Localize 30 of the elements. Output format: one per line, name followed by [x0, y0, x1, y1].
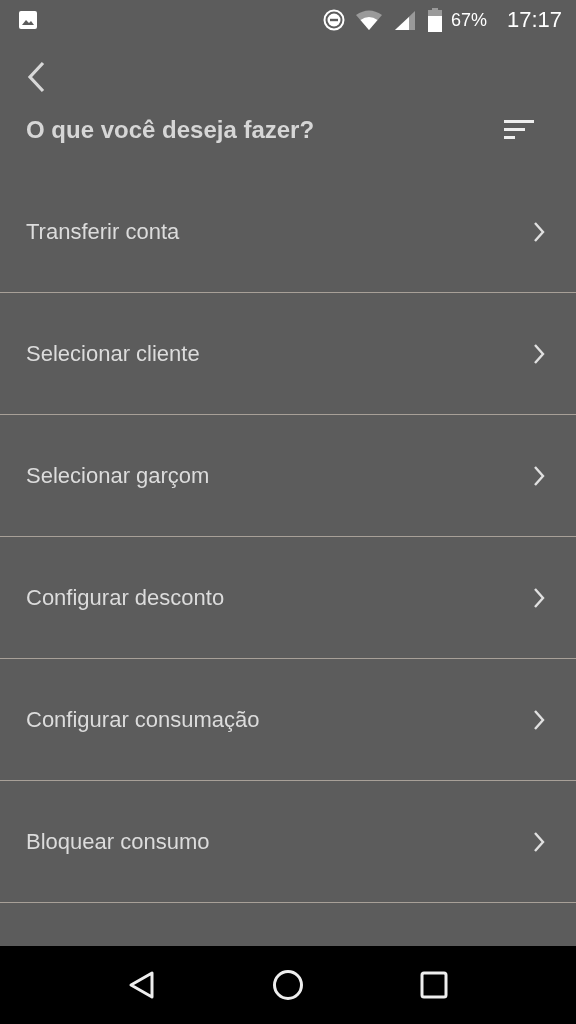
menu-item[interactable]: Selecionar cliente: [0, 293, 576, 415]
page-title: O que você deseja fazer?: [26, 116, 315, 144]
menu-item[interactable]: Configurar consumação: [0, 659, 576, 781]
chevron-right-icon: [532, 708, 546, 731]
menu-item-label: Configurar desconto: [26, 584, 225, 611]
back-button[interactable]: [26, 60, 46, 94]
menu-item[interactable]: Configurar desconto: [0, 537, 576, 659]
menu-item-label: Transferir conta: [26, 218, 180, 245]
chevron-right-icon: [532, 220, 546, 243]
menu-item[interactable]: Selecionar garçom: [0, 415, 576, 537]
chevron-right-icon: [532, 342, 546, 365]
image-icon: [18, 10, 38, 30]
recents-nav-icon[interactable]: [420, 971, 448, 999]
chevron-right-icon: [532, 586, 546, 609]
chevron-right-icon: [532, 830, 546, 853]
clock: 17:17: [506, 7, 562, 33]
chevron-right-icon: [532, 464, 546, 487]
home-nav-icon[interactable]: [272, 969, 304, 1001]
menu-item-label: Configurar consumação: [26, 706, 260, 733]
battery-percent: 67%: [450, 9, 487, 31]
do-not-disturb-icon: [322, 9, 345, 31]
menu-item-label: Bloquear consumo: [26, 828, 210, 855]
menu-item[interactable]: Bloquear consumo: [0, 781, 576, 903]
wifi-icon: [354, 9, 383, 31]
menu-item[interactable]: Transferir conta: [0, 171, 576, 293]
menu-item-label: Selecionar garçom: [26, 462, 210, 489]
back-nav-icon[interactable]: [128, 970, 156, 1000]
sort-icon[interactable]: [504, 119, 534, 141]
menu-item-label: Selecionar cliente: [26, 340, 200, 367]
battery-icon: [426, 8, 443, 32]
